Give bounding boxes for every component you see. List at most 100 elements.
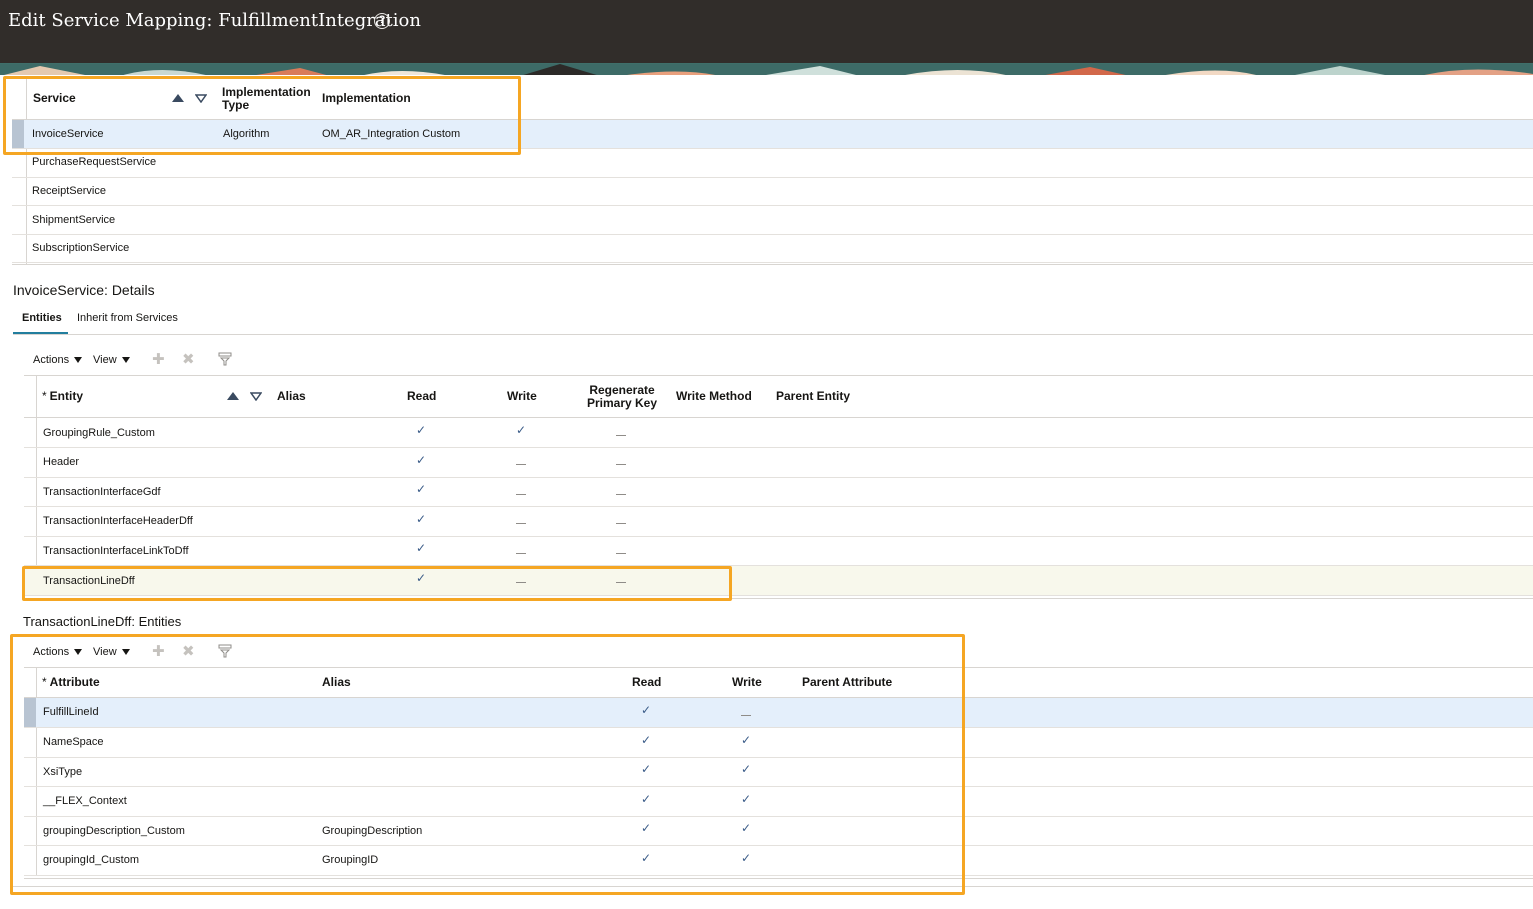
service-row-purchase-request[interactable]: PurchaseRequestService [12, 149, 1533, 178]
entity-name: TransactionLineDff [43, 575, 135, 587]
attribute-name: __FLEX_Context [43, 795, 127, 807]
column-header-attribute[interactable]: * Attribute [42, 676, 100, 689]
column-header-entity[interactable]: * Entity [42, 390, 83, 403]
column-header-implementation[interactable]: Implementation [322, 92, 411, 105]
read-check-icon[interactable]: ✓ [641, 733, 651, 747]
decorative-banner [0, 63, 1533, 75]
read-check-icon[interactable]: ✓ [416, 423, 426, 437]
read-check-icon[interactable]: ✓ [416, 512, 426, 526]
tab-entities[interactable]: Entities [22, 312, 62, 324]
read-check-icon[interactable]: ✓ [641, 792, 651, 806]
column-header-alias[interactable]: Alias [277, 390, 306, 403]
write-dash[interactable] [516, 494, 526, 495]
attribute-name: groupingId_Custom [43, 854, 140, 866]
view-menu[interactable]: View [93, 646, 130, 658]
attribute-row[interactable]: groupingId_Custom GroupingID ✓ ✓ [24, 846, 1533, 876]
read-check-icon[interactable]: ✓ [416, 453, 426, 467]
column-header-alias[interactable]: Alias [322, 676, 351, 689]
column-header-parent-entity[interactable]: Parent Entity [776, 390, 850, 403]
view-label: View [93, 354, 117, 366]
write-check-icon[interactable]: ✓ [741, 821, 751, 835]
column-header-read[interactable]: Read [632, 676, 661, 689]
regenerate-dash[interactable] [616, 494, 626, 495]
write-check-icon[interactable]: ✓ [741, 733, 751, 747]
tab-inherit-from-services[interactable]: Inherit from Services [77, 312, 178, 324]
delete-icon[interactable]: ✖ [182, 644, 195, 659]
view-label: View [93, 646, 117, 658]
help-circle-icon[interactable]: ? [374, 13, 390, 29]
write-check-icon[interactable]: ✓ [741, 851, 751, 865]
attribute-row-selected[interactable]: FulfillLineId ✓ [24, 698, 1533, 728]
column-header-write[interactable]: Write [507, 390, 537, 403]
service-name: SubscriptionService [32, 242, 130, 254]
column-header-parent-attribute[interactable]: Parent Attribute [802, 676, 892, 689]
row-selection-marker [12, 120, 24, 148]
column-header-service[interactable]: Service [33, 92, 76, 105]
write-dash[interactable] [516, 553, 526, 554]
details-title: InvoiceService: Details [13, 282, 155, 298]
service-row-invoice[interactable]: InvoiceService Algorithm OM_AR_Integrati… [12, 120, 1533, 149]
column-header-implementation-type[interactable]: Implementation Type [222, 86, 318, 112]
regenerate-dash[interactable] [616, 553, 626, 554]
query-by-example-icon[interactable] [218, 644, 233, 658]
required-marker: * [42, 389, 47, 403]
attribute-row[interactable]: NameSpace ✓ ✓ [24, 728, 1533, 758]
page-header: Edit Service Mapping: FulfillmentIntegra… [0, 0, 1533, 63]
read-check-icon[interactable]: ✓ [416, 482, 426, 496]
read-check-icon[interactable]: ✓ [416, 571, 426, 585]
required-marker: * [42, 675, 47, 689]
sort-descending-icon[interactable] [250, 392, 262, 401]
delete-icon[interactable]: ✖ [182, 352, 195, 367]
regenerate-dash[interactable] [616, 464, 626, 465]
read-check-icon[interactable]: ✓ [641, 762, 651, 776]
service-row-receipt[interactable]: ReceiptService [12, 177, 1533, 206]
read-check-icon[interactable]: ✓ [641, 851, 651, 865]
actions-menu[interactable]: Actions [33, 354, 83, 366]
read-check-icon[interactable]: ✓ [416, 541, 426, 555]
regenerate-dash[interactable] [616, 435, 626, 436]
add-icon[interactable]: ✚ [152, 352, 165, 367]
service-row-subscription[interactable]: SubscriptionService [12, 234, 1533, 263]
entity-row[interactable]: GroupingRule_Custom ✓ ✓ [24, 418, 1533, 448]
entities-header-row: * Entity Alias Read Write Regenerate Prima… [24, 376, 1533, 418]
attributes-title: TransactionLineDff: Entities [23, 614, 182, 629]
view-menu[interactable]: View [93, 354, 130, 366]
attribute-name: FulfillLineId [43, 706, 99, 718]
actions-menu[interactable]: Actions [33, 646, 83, 658]
column-header-read[interactable]: Read [407, 390, 436, 403]
write-dash[interactable] [516, 582, 526, 583]
entity-row[interactable]: TransactionInterfaceGdf ✓ [24, 477, 1533, 507]
attribute-row[interactable]: XsiType ✓ ✓ [24, 757, 1533, 787]
entity-row[interactable]: TransactionInterfaceLinkToDff ✓ [24, 536, 1533, 566]
column-header-write-method[interactable]: Write Method [676, 390, 752, 403]
entity-name: Header [43, 456, 80, 468]
regenerate-dash[interactable] [616, 582, 626, 583]
actions-label: Actions [33, 354, 70, 366]
sort-ascending-icon[interactable] [227, 392, 239, 400]
attribute-alias: GroupingDescription [322, 825, 423, 837]
write-check-icon[interactable]: ✓ [741, 792, 751, 806]
entity-row[interactable]: Header ✓ [24, 448, 1533, 478]
add-icon[interactable]: ✚ [152, 644, 165, 659]
attribute-row[interactable]: groupingDescription_Custom GroupingDescr… [24, 816, 1533, 846]
write-dash[interactable] [516, 464, 526, 465]
write-check-icon[interactable]: ✓ [741, 762, 751, 776]
column-header-write[interactable]: Write [732, 676, 762, 689]
service-name: ReceiptService [32, 185, 106, 197]
sort-descending-icon[interactable] [195, 94, 207, 103]
chevron-down-icon [121, 357, 130, 364]
entity-row[interactable]: TransactionInterfaceHeaderDff ✓ [24, 507, 1533, 537]
service-row-shipment[interactable]: ShipmentService [12, 206, 1533, 235]
entity-row-active[interactable]: TransactionLineDff ✓ [24, 566, 1533, 596]
write-dash[interactable] [741, 715, 751, 716]
query-by-example-icon[interactable] [218, 352, 233, 366]
column-header-regenerate-primary-key[interactable]: Regenerate Primary Key [580, 384, 664, 410]
regenerate-dash[interactable] [616, 523, 626, 524]
write-check-icon[interactable]: ✓ [516, 423, 526, 437]
read-check-icon[interactable]: ✓ [641, 821, 651, 835]
read-check-icon[interactable]: ✓ [641, 703, 651, 717]
write-dash[interactable] [516, 523, 526, 524]
attribute-row[interactable]: __FLEX_Context ✓ ✓ [24, 787, 1533, 817]
sort-ascending-icon[interactable] [172, 94, 184, 102]
implementation-type: Algorithm [223, 128, 270, 140]
